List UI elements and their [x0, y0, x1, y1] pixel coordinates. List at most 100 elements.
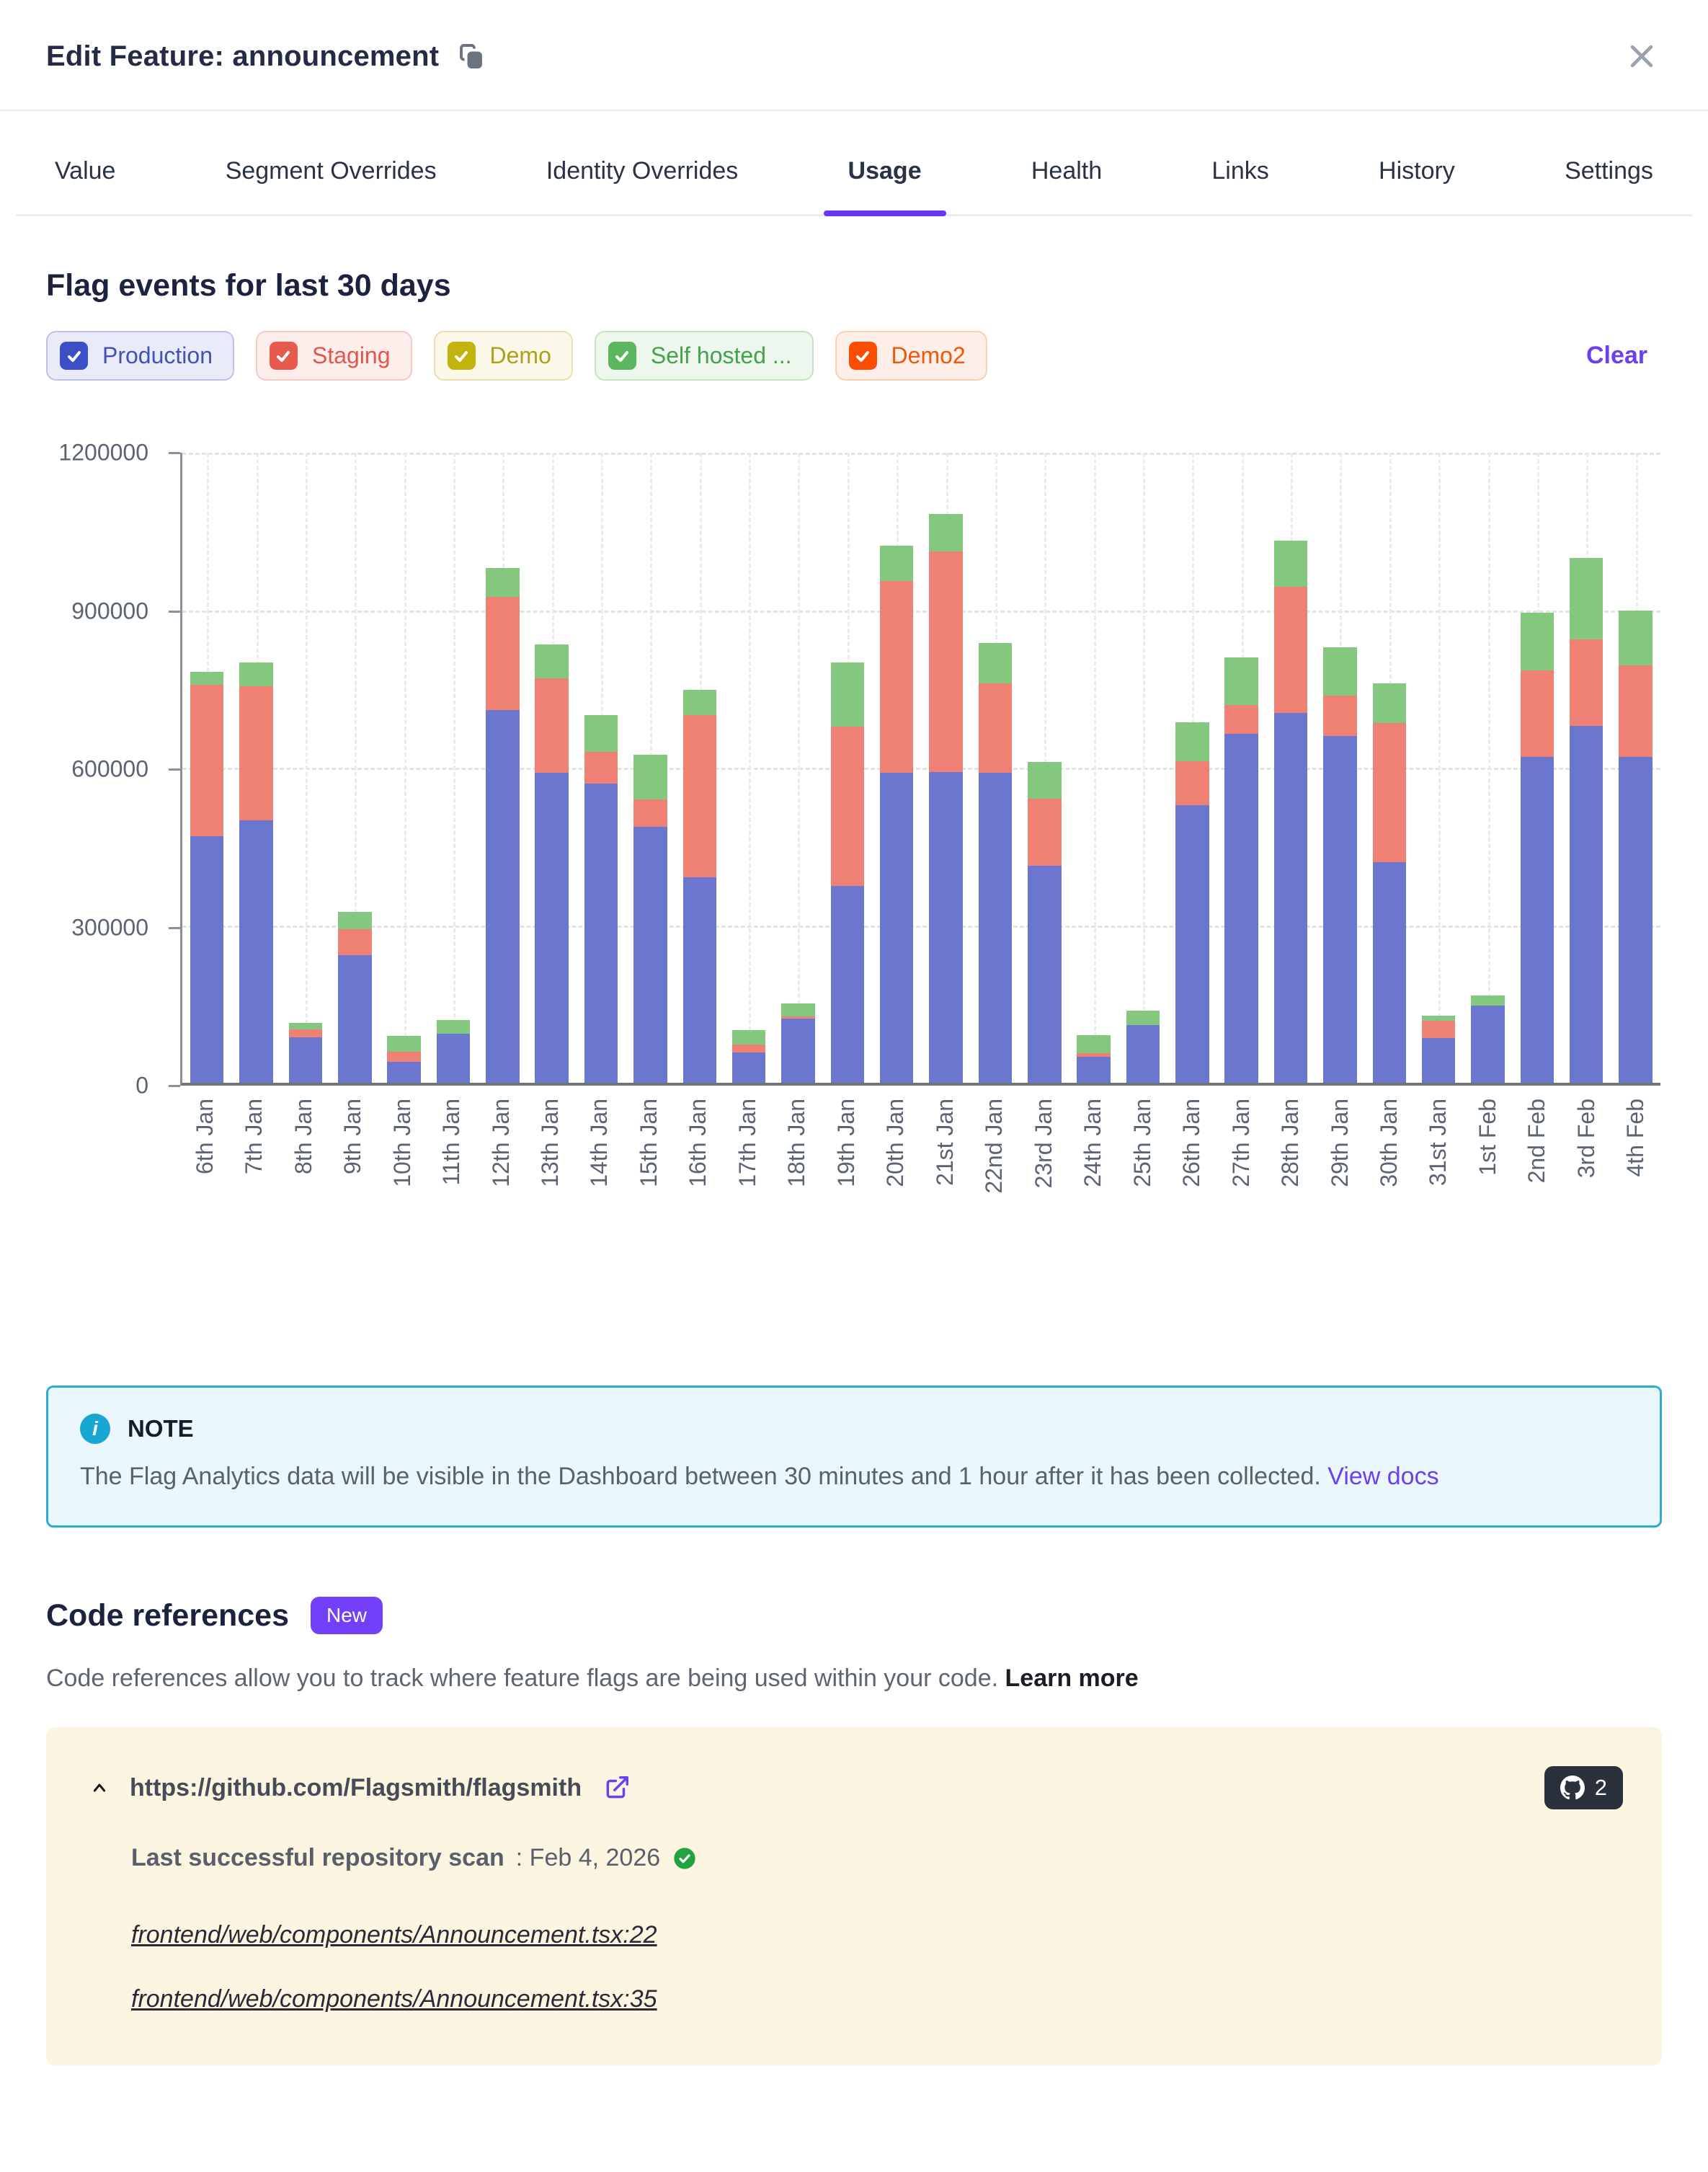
stacked-bar[interactable] — [781, 453, 814, 1083]
code-reference-link[interactable]: frontend/web/components/Announcement.tsx… — [131, 1985, 657, 2013]
x-axis-labels: 6th Jan7th Jan8th Jan9th Jan10th Jan11th… — [180, 1099, 1660, 1194]
stacked-bar[interactable] — [1274, 453, 1307, 1083]
stacked-bar[interactable] — [929, 453, 962, 1083]
tab-health[interactable]: Health — [1027, 157, 1106, 214]
stacked-bar[interactable] — [1471, 453, 1504, 1083]
bar-column — [379, 453, 428, 1083]
note-box: i NOTE The Flag Analytics data will be v… — [46, 1386, 1662, 1528]
bar-segment-self-hosted — [1521, 613, 1554, 670]
x-axis-label-cell: 16th Jan — [674, 1099, 723, 1194]
environment-chip-staging[interactable]: Staging — [256, 331, 412, 381]
stacked-bar[interactable] — [1126, 453, 1160, 1083]
stacked-bar[interactable] — [535, 453, 568, 1083]
repository-url-link[interactable]: https://github.com/Flagsmith/flagsmith — [130, 1774, 582, 1802]
tab-history[interactable]: History — [1374, 157, 1459, 214]
bar-segment-self-hosted — [1126, 1011, 1160, 1025]
environment-chip-demo[interactable]: Demo — [434, 331, 573, 381]
bar-segment-self-hosted — [781, 1003, 814, 1016]
x-axis-label-cell: 10th Jan — [378, 1099, 427, 1194]
stacked-bar[interactable] — [1175, 453, 1209, 1083]
x-axis-tick-label: 20th Jan — [882, 1099, 909, 1187]
note-text: The Flag Analytics data will be visible … — [80, 1463, 1327, 1490]
stacked-bar[interactable] — [831, 453, 864, 1083]
view-docs-link[interactable]: View docs — [1327, 1463, 1438, 1490]
tab-usage[interactable]: Usage — [844, 157, 926, 214]
bar-segment-self-hosted — [387, 1036, 420, 1052]
bar-segment-self-hosted — [1274, 541, 1307, 586]
bar-segment-staging — [1619, 665, 1652, 757]
stacked-bar[interactable] — [1373, 453, 1406, 1083]
bar-segment-staging — [338, 929, 371, 955]
x-axis-tick-label: 1st Feb — [1475, 1099, 1501, 1176]
x-axis-tick-label: 7th Jan — [241, 1099, 267, 1174]
bar-segment-staging — [584, 752, 618, 784]
close-icon[interactable] — [1622, 36, 1662, 76]
stacked-bar[interactable] — [338, 453, 371, 1083]
stacked-bar[interactable] — [633, 453, 667, 1083]
external-link-icon[interactable] — [603, 1774, 631, 1801]
bar-segment-self-hosted — [1224, 657, 1258, 705]
bar-segment-production — [929, 772, 962, 1083]
x-axis-label-cell: 4th Feb — [1611, 1099, 1660, 1194]
bar-segment-self-hosted — [486, 568, 519, 597]
stacked-bar[interactable] — [1028, 453, 1061, 1083]
x-axis-tick-label: 11th Jan — [438, 1099, 465, 1185]
bar-segment-production — [683, 877, 716, 1083]
environment-chip-label: Demo — [490, 342, 551, 369]
stacked-bar[interactable] — [979, 453, 1012, 1083]
x-axis-label-cell: 28th Jan — [1266, 1099, 1315, 1194]
code-reference-link[interactable]: frontend/web/components/Announcement.tsx… — [131, 1921, 657, 1949]
note-body: The Flag Analytics data will be visible … — [80, 1458, 1628, 1495]
code-references-header: Code references New — [46, 1597, 1662, 1634]
stacked-bar[interactable] — [683, 453, 716, 1083]
collapse-icon[interactable] — [88, 1776, 111, 1799]
bar-column — [1315, 453, 1364, 1083]
github-badge[interactable]: 2 — [1544, 1766, 1623, 1809]
stacked-bar[interactable] — [486, 453, 519, 1083]
copy-icon[interactable] — [459, 43, 485, 69]
x-axis-tick-label: 13th Jan — [537, 1099, 564, 1187]
stacked-bar[interactable] — [1521, 453, 1554, 1083]
stacked-bar[interactable] — [1077, 453, 1110, 1083]
environment-chip-production[interactable]: Production — [46, 331, 234, 381]
x-axis-label-cell: 27th Jan — [1216, 1099, 1266, 1194]
bar-column — [1365, 453, 1414, 1083]
stacked-bar[interactable] — [437, 453, 470, 1083]
x-axis-label-cell: 20th Jan — [871, 1099, 920, 1194]
bar-segment-staging — [979, 683, 1012, 773]
stacked-bar[interactable] — [1570, 453, 1603, 1083]
tab-value[interactable]: Value — [50, 157, 120, 214]
x-axis-label-cell: 11th Jan — [427, 1099, 476, 1194]
tab-settings[interactable]: Settings — [1560, 157, 1658, 214]
bar-segment-self-hosted — [1570, 558, 1603, 639]
x-axis-label-cell: 8th Jan — [279, 1099, 328, 1194]
tab-identity-overrides[interactable]: Identity Overrides — [542, 157, 742, 214]
bar-segment-self-hosted — [683, 690, 716, 715]
bar-segment-production — [338, 955, 371, 1083]
clear-button[interactable]: Clear — [1586, 342, 1647, 370]
stacked-bar[interactable] — [1422, 453, 1455, 1083]
tab-links[interactable]: Links — [1207, 157, 1273, 214]
environment-chip-self-hosted[interactable]: Self hosted ... — [595, 331, 814, 381]
stacked-bar[interactable] — [387, 453, 420, 1083]
stacked-bar[interactable] — [1224, 453, 1258, 1083]
x-axis-label-cell: 26th Jan — [1167, 1099, 1216, 1194]
stacked-bar[interactable] — [289, 453, 322, 1083]
stacked-bar[interactable] — [239, 453, 272, 1083]
environment-chip-label: Staging — [312, 342, 391, 369]
bar-column — [1463, 453, 1512, 1083]
bar-column — [182, 453, 231, 1083]
modal-header: Edit Feature: announcement — [0, 0, 1708, 111]
stacked-bar[interactable] — [190, 453, 223, 1083]
stacked-bar[interactable] — [1619, 453, 1652, 1083]
x-axis-tick-label: 10th Jan — [389, 1099, 416, 1187]
stacked-bar[interactable] — [1323, 453, 1356, 1083]
stacked-bar[interactable] — [732, 453, 765, 1083]
stacked-bar[interactable] — [584, 453, 618, 1083]
x-axis-tick-label: 2nd Feb — [1524, 1099, 1550, 1183]
environment-chip-demo2[interactable]: Demo2 — [835, 331, 987, 381]
tab-segment-overrides[interactable]: Segment Overrides — [221, 157, 441, 214]
bar-column — [724, 453, 773, 1083]
learn-more-link[interactable]: Learn more — [1005, 1665, 1139, 1692]
stacked-bar[interactable] — [880, 453, 913, 1083]
